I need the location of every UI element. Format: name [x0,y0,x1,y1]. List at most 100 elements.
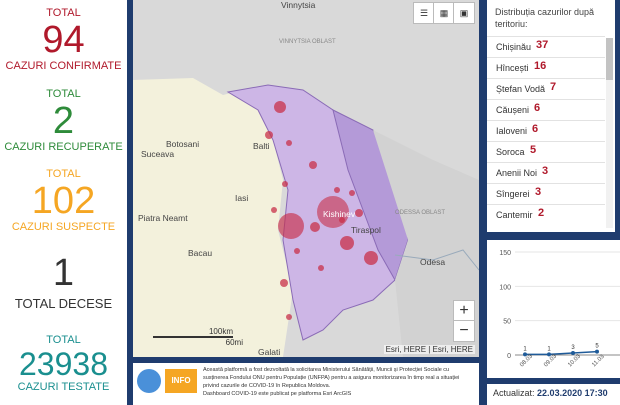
list-item[interactable]: Căușeni 6 [487,99,605,121]
list-item-name: Chișinău [496,42,532,52]
confirmed-value: 94 [42,19,85,61]
deaths-caption: TOTAL DECESE [14,296,113,311]
label-tiraspol: Tiraspol [351,225,381,235]
map-canvas[interactable]: Vinnytsia VINNYTSIA OBLAST Botosani Suce… [133,0,479,357]
list-item-name: Soroca [496,147,525,157]
y-tick-label: 100 [499,284,511,291]
y-tick-label: 150 [499,250,511,257]
map-attribution[interactable]: Esri, HERE | Esri, HERE [383,345,475,354]
list-item[interactable]: Soroca 5 [487,141,605,163]
confirmed-caption: CAZURI CONFIRMATE [5,60,122,72]
scrollbar[interactable] [606,38,613,228]
list-item-name: Sîngerei [496,189,530,199]
list-item[interactable]: Cantemir 2 [487,204,605,226]
bubble-ialoveni[interactable] [310,222,320,232]
grid-icon[interactable]: ▦ [433,2,455,24]
zoom-out-button[interactable]: − [453,320,475,342]
suspected-caption: CAZURI SUSPECTE [11,221,116,233]
list-item-name: Căușeni [496,105,530,115]
list-item[interactable]: Hîncești 16 [487,57,605,79]
distribution-panel: Distribuția cazurilor după teritoriu: Ch… [487,0,615,232]
scale-mi: 60mi [225,338,243,347]
list-item[interactable]: Ialoveni 6 [487,120,605,142]
label-botosani: Botosani [166,139,199,149]
qr-icon[interactable]: ▣ [453,2,475,24]
updated-panel: Actualizat: 22.03.2020 17:30 [487,384,620,405]
list-item-value: 6 [532,123,539,135]
map-view[interactable]: Vinnytsia VINNYTSIA OBLAST Botosani Suce… [133,0,479,357]
bubble-cantemir[interactable] [280,279,288,287]
bubble-hincesti[interactable] [278,213,304,239]
label-vinnytsia-oblast: VINNYTSIA OBLAST [279,39,336,45]
stats-panel: TOTAL 94 CAZURI CONFIRMATE TOTAL 2 CAZUR… [0,0,127,405]
label-vinnytsia: Vinnytsia [281,0,316,10]
list-item[interactable]: Ștefan Vodă 7 [487,78,605,100]
list-item[interactable]: Anenii Noi 3 [487,162,605,184]
x-tick-label: 11.03 [591,353,606,368]
tested-value: 23938 [19,346,108,382]
un-logo-icon [137,369,161,393]
list-item-value: 3 [542,165,549,177]
data-point [571,350,575,355]
label-iasi: Iasi [235,193,248,203]
bubble-soroca[interactable] [274,101,286,113]
confirmed-stat: TOTAL 94 CAZURI CONFIRMATE [0,7,127,73]
cases-chart-panel: 150 100 50 0 1 08.03 1 09.03 3 10.03 5 11.03 [487,240,620,378]
bubble-stefan-voda[interactable] [364,251,378,265]
updated-label: Actualizat: [493,388,535,398]
scale-bar: 100km 60mi [153,327,243,347]
deaths-value: 1 [52,252,75,294]
tested-stat: TOTAL 23938 CAZURI TESTATE [0,334,127,394]
info-logo: INFO [165,369,197,393]
tested-caption: CAZURI TESTATE [17,381,110,393]
label-kishinev: Kishinev [323,209,356,219]
suspected-stat: TOTAL 102 CAZURI SUSPECTE [0,168,127,234]
data-label: 1 [523,346,527,352]
info-text-sub[interactable]: Dashboard COVID-19 este publicat pe plat… [203,390,473,398]
updated-text: Actualizat: 22.03.2020 17:30 [493,388,608,398]
y-tick-label: 50 [503,319,511,326]
info-text: Această platformă a fost dezvoltată la s… [203,366,473,398]
info-panel: INFO Această platformă a fost dezvoltată… [133,363,479,405]
scale-km: 100km [153,327,233,338]
series-line [525,350,598,356]
list-item-value: 7 [550,81,557,93]
list-item-value: 37 [536,39,549,51]
list-item[interactable]: Chișinău 37 [487,36,605,58]
info-text-main: Această platformă a fost dezvoltată la s… [203,367,460,389]
updated-value: 22.03.2020 17:30 [537,388,608,398]
zoom-in-button[interactable]: + [453,300,475,322]
list-item-name: Ștefan Vodă [496,84,546,94]
list-item-value: 6 [534,102,541,114]
data-label: 3 [571,345,575,351]
list-item-value: 16 [534,60,547,72]
list-icon[interactable]: ☰ [413,2,435,24]
label-suceava: Suceava [141,149,174,159]
distribution-title: Distribuția cazurilor după teritoriu: [495,7,595,29]
label-galati: Galati [258,347,280,357]
list-item-name: Anenii Noi [496,168,538,178]
recovered-stat: TOTAL 2 CAZURI RECUPERATE [0,88,127,154]
list-item-value: 2 [538,207,545,219]
bubble-causeni[interactable] [340,236,354,250]
list-item-value: 3 [535,186,542,198]
label-bacau: Bacau [188,248,212,258]
label-piatra-neamt: Piatra Neamt [138,213,188,223]
y-tick-label: 0 [507,353,511,360]
list-item-value: 5 [530,144,537,156]
list-item-name: Ialoveni [496,126,528,136]
scrollbar-thumb[interactable] [606,38,613,80]
bubble-anenii-noi[interactable] [355,209,363,217]
recovered-value: 2 [52,100,75,142]
data-point [595,349,599,354]
label-odessa-oblast: ODESSA OBLAST [395,210,445,216]
list-item-name: Cantemir [496,210,533,220]
list-item[interactable]: Sîngerei 3 [487,183,605,205]
bubble-singerei[interactable] [309,161,317,169]
recovered-caption: CAZURI RECUPERATE [4,141,123,153]
data-label: 1 [547,346,551,352]
label-balti: Balti [253,141,270,151]
data-label: 5 [595,344,599,350]
deaths-stat: 1 TOTAL DECESE [0,253,127,310]
cases-chart[interactable]: 150100500108.03109.03310.03511.03 [487,240,620,378]
